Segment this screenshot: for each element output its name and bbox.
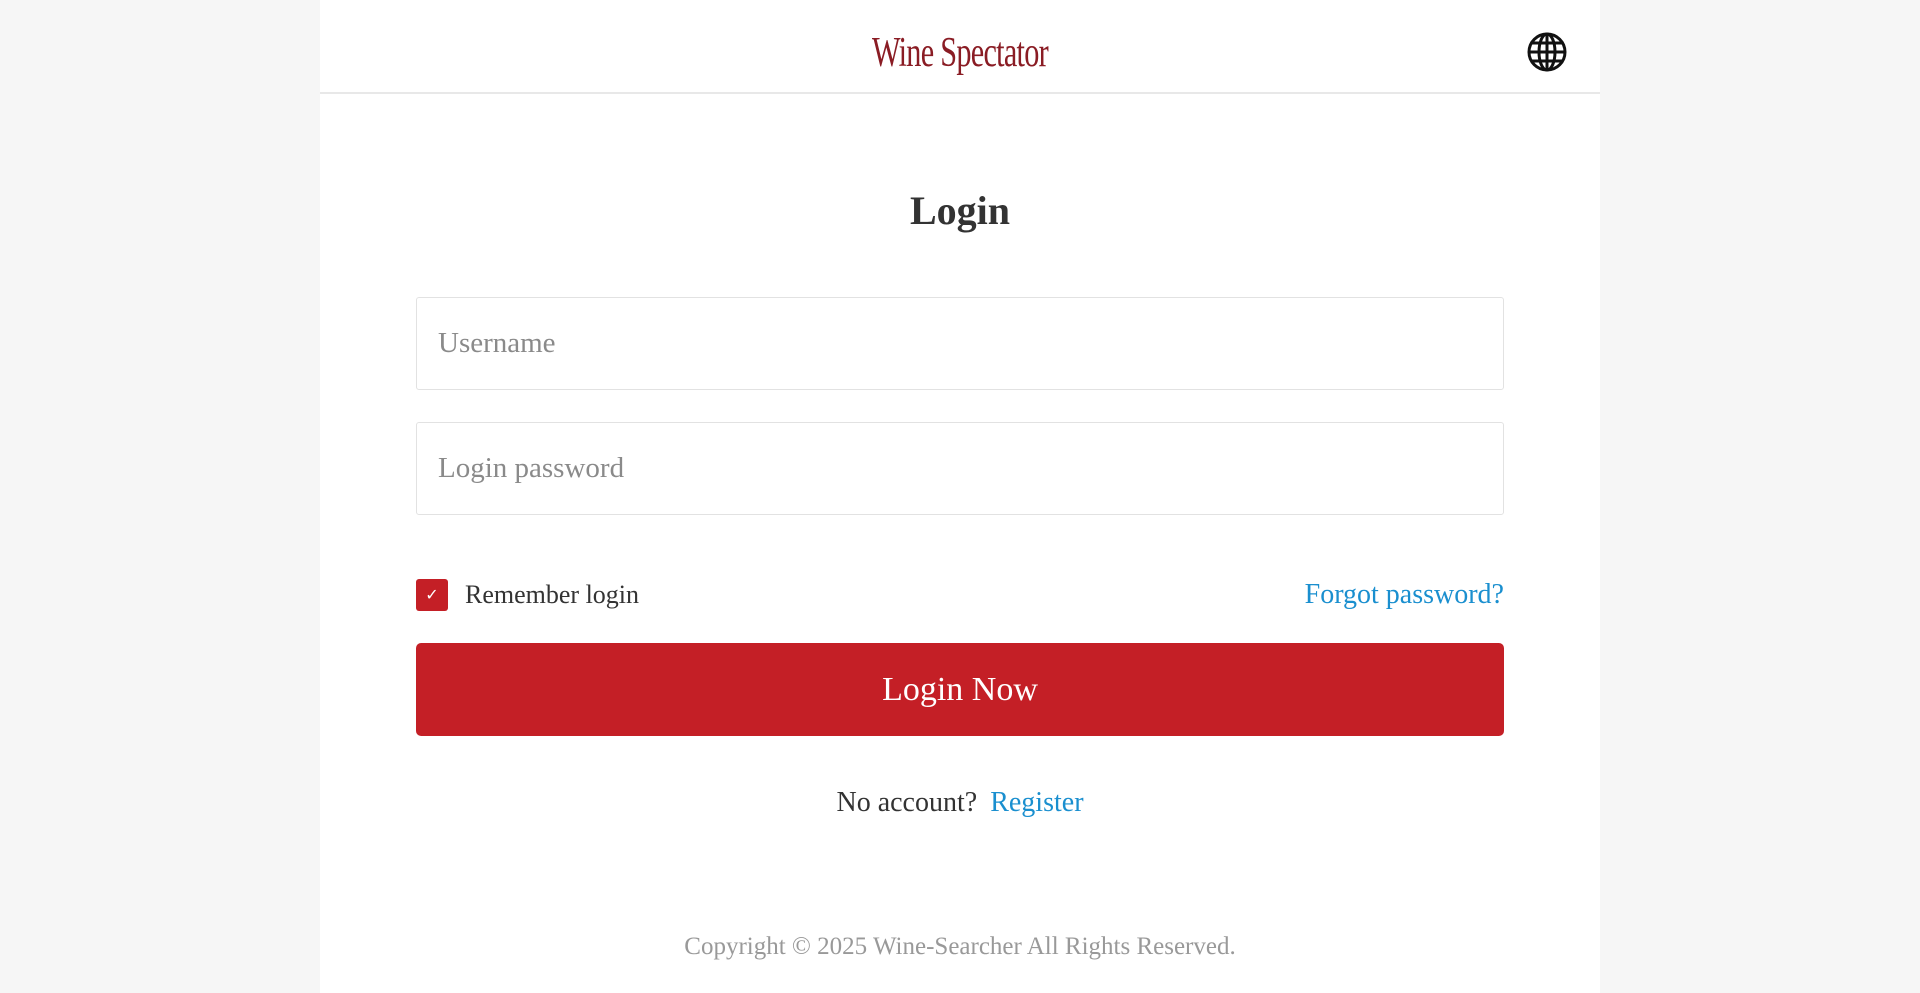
password-field [416,422,1504,515]
remember-login-label: Remember login [465,580,640,609]
password-input[interactable] [417,423,1503,514]
register-row: No account? Register [320,786,1600,820]
login-panel: Wine Spectator Login ✓ Remember logi [320,0,1600,993]
wine-spectator-logo[interactable]: Wine Spectator [499,30,1421,76]
login-now-button[interactable]: Login Now [416,643,1504,736]
username-input[interactable] [417,298,1503,389]
check-icon: ✓ [425,585,439,604]
page-title: Login [909,188,1011,233]
copyright-text: Copyright © 2025 Wine-Searcher All Right… [684,933,1236,960]
options-row: ✓ Remember login Forgot password? [416,578,1504,612]
remember-login-toggle[interactable]: ✓ Remember login [416,578,639,612]
forgot-password-link[interactable]: Forgot password? [1305,578,1504,612]
no-account-text: No account? [836,787,978,818]
header: Wine Spectator [320,0,1600,94]
username-field [416,297,1504,390]
register-link[interactable]: Register [990,787,1083,818]
language-button[interactable] [1526,31,1568,73]
globe-icon [1526,31,1568,73]
remember-checkbox[interactable]: ✓ [416,579,448,611]
